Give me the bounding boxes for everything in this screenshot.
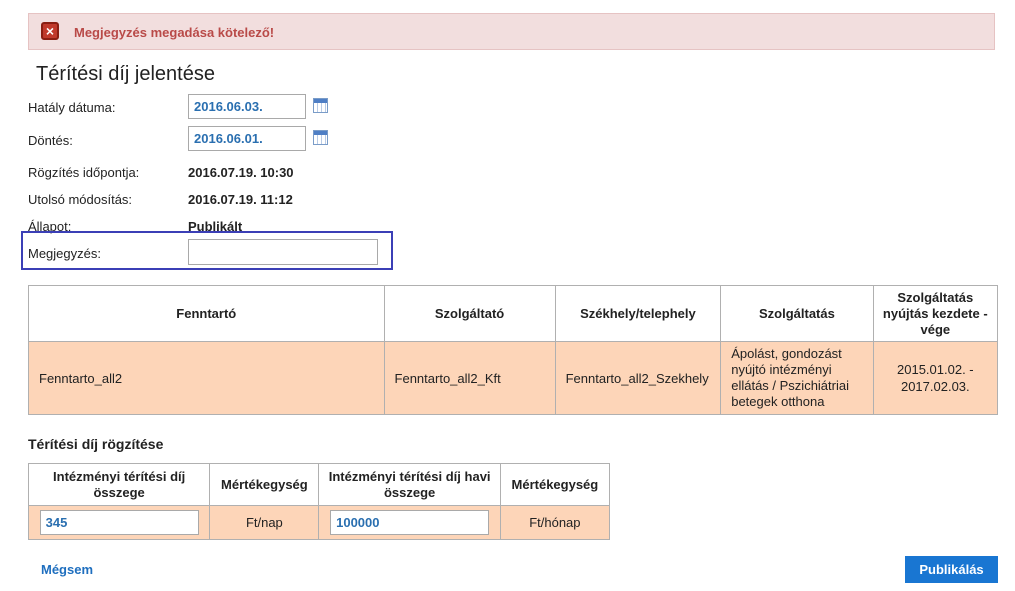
table-header-row: Fenntartó Szolgáltató Székhely/telephely…: [28, 285, 999, 342]
effective-date-input[interactable]: [188, 94, 306, 119]
calendar-icon[interactable]: [313, 98, 328, 113]
recorded-label: Rögzítés időpontja:: [28, 165, 140, 180]
column-header: Mértékegység: [209, 463, 320, 506]
table-row: Ft/nap Ft/hónap: [27, 505, 611, 540]
modified-label: Utolsó módosítás:: [28, 192, 133, 207]
decision-date-label: Döntés:: [28, 133, 73, 148]
fee-amount-cell: [27, 505, 211, 540]
cancel-link[interactable]: Mégsem: [41, 562, 93, 577]
table-row: Fenntarto_all2 Fenntarto_all2_Kft Fennta…: [28, 341, 999, 415]
column-header: Fenntartó: [28, 285, 385, 342]
column-header: Intézményi térítési díj havi összege: [318, 463, 501, 506]
column-header: Mértékegység: [499, 463, 611, 506]
table-cell: Fenntarto_all2_Szekhely: [554, 341, 722, 415]
monthly-amount-cell: [318, 505, 501, 540]
calendar-icon[interactable]: [313, 130, 328, 145]
fee-table: Intézményi térítési díj összege Mértékeg…: [27, 463, 611, 540]
fee-amount-input[interactable]: [39, 510, 199, 535]
error-message: Megjegyzés megadása kötelező!: [74, 25, 275, 40]
table-cell: Ápolást, gondozást nyújtó intézményi ell…: [720, 341, 874, 415]
effective-date-label: Hatály dátuma:: [28, 100, 116, 115]
table-cell: Fenntarto_all2: [28, 341, 385, 415]
recorded-value: 2016.07.19. 10:30: [188, 165, 294, 180]
error-x-icon: ×: [41, 22, 59, 40]
page-title: Térítési díj jelentése: [36, 63, 215, 85]
provider-table: Fenntartó Szolgáltató Székhely/telephely…: [28, 285, 999, 415]
column-header: Szolgáltatás nyújtás kezdete - vége: [872, 285, 999, 342]
column-header: Szolgáltató: [383, 285, 556, 342]
fee-section-title: Térítési díj rögzítése: [28, 436, 164, 452]
modified-value: 2016.07.19. 11:12: [188, 192, 293, 207]
error-banner: × Megjegyzés megadása kötelező!: [28, 13, 995, 50]
note-label: Megjegyzés:: [28, 246, 101, 261]
table-cell: 2015.01.02. - 2017.02.03.: [872, 341, 999, 415]
note-input[interactable]: [188, 239, 378, 265]
table-header-row: Intézményi térítési díj összege Mértékeg…: [27, 463, 611, 506]
monthly-unit-cell: Ft/hónap: [499, 505, 611, 540]
column-header: Intézményi térítési díj összege: [27, 463, 211, 506]
table-cell: Fenntarto_all2_Kft: [383, 341, 556, 415]
publish-button[interactable]: Publikálás: [905, 556, 998, 583]
decision-date-input[interactable]: [188, 126, 306, 151]
fee-unit-cell: Ft/nap: [209, 505, 320, 540]
column-header: Szolgáltatás: [720, 285, 874, 342]
column-header: Székhely/telephely: [554, 285, 722, 342]
monthly-amount-input[interactable]: [330, 510, 490, 535]
